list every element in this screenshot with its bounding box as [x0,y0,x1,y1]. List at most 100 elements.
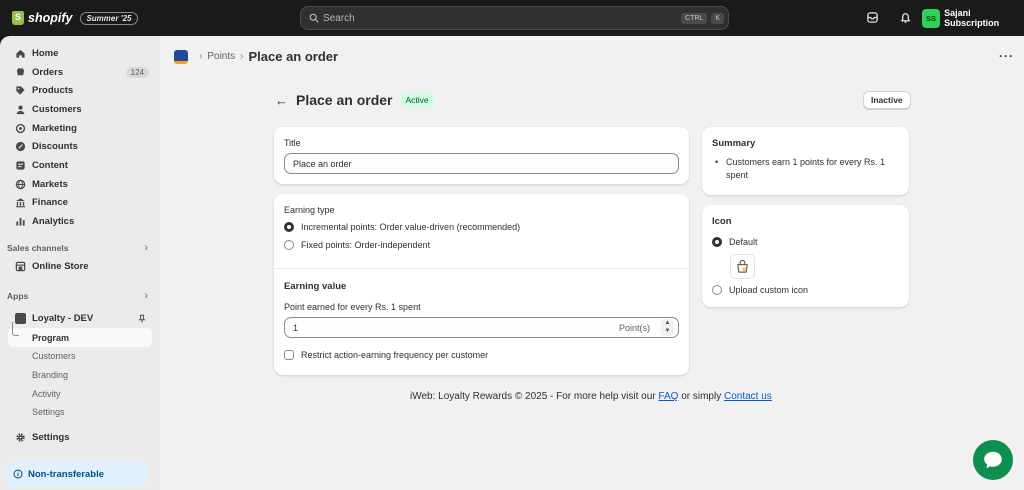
store-icon [15,261,26,271]
points-suffix: Point(s) [618,322,650,333]
checkbox-unchecked[interactable] [284,350,294,360]
sidebar-item-discounts[interactable]: Discounts [0,137,160,156]
store-menu[interactable]: SS Sajani Subscription [922,8,1024,28]
summary-text-line2: spent [726,170,749,180]
icon-option-default[interactable]: Default [712,233,899,251]
sidebar-item-finance[interactable]: Finance [0,194,160,213]
sidebar-subitem-activity[interactable]: Activity [0,384,160,403]
sidebar-subitem-label: Branding [32,369,69,380]
sidebar-subitem-label: Customers [32,351,76,362]
radio-unselected[interactable] [284,240,294,250]
restrict-frequency-checkbox[interactable]: Restrict action-earning frequency per cu… [284,346,679,364]
earning-type-option-incremental[interactable]: Incremental points: Order value-driven (… [284,218,679,236]
option-label: Default [729,237,758,247]
chevron-right-icon: › [240,51,244,62]
sidebar-subitem-label: Activity [32,388,61,399]
sidebar-item-products[interactable]: Products [0,81,160,100]
sidebar-subitem-customers[interactable]: Customers [0,347,160,366]
orders-count-badge: 124 [125,66,149,78]
checkbox-label: Restrict action-earning frequency per cu… [301,350,489,360]
bank-icon [15,198,26,208]
sidebar-item-online-store[interactable]: Online Store [0,257,160,276]
sidebar-item-marketing[interactable]: Marketing [0,119,160,138]
search-icon [309,13,319,23]
inactive-button[interactable]: Inactive [863,91,911,109]
sidebar-item-label: Analytics [32,216,75,228]
faq-link[interactable]: FAQ [658,391,678,402]
sidebar-subitem-label: Settings [32,407,65,418]
back-arrow-icon[interactable]: ← [275,93,288,108]
sidebar-item-markets[interactable]: Markets [0,175,160,194]
tag-icon [16,86,25,95]
apps-title: Apps [7,290,29,301]
points-input[interactable]: 1 Point(s) ▲ ▼ [284,317,679,338]
sidebar-item-label: Orders [32,66,64,78]
loyalty-app-icon [174,49,188,64]
radio-unselected[interactable] [712,285,722,295]
page-header: ← Place an order Active [275,92,434,108]
sidebar-item-label: Finance [32,197,68,209]
brand-name: shopify [28,11,73,25]
bell-icon[interactable] [899,11,912,24]
gear-icon [16,432,25,442]
shortcut-ctrl: CTRL [681,12,708,24]
sidebar-item-label: Customers [32,103,82,115]
footer: iWeb: Loyalty Rewards © 2025 - For more … [410,391,772,402]
radio-selected[interactable] [712,237,722,247]
store-name: Sajani Subscription [944,8,1000,28]
search-bar[interactable]: Search CTRL K [300,6,729,30]
target-icon [15,123,26,133]
search-placeholder: Search [323,12,355,24]
icon-heading: Icon [712,216,732,227]
info-icon [13,469,23,479]
non-transferable-banner[interactable]: Non-transferable [6,462,148,486]
footer-text: or simply [681,391,722,402]
breadcrumb-points[interactable]: Points [207,51,235,62]
sidebar-item-home[interactable]: Home [0,44,160,63]
sidebar-subitem-settings[interactable]: Settings [0,403,160,422]
chevron-right-icon: › [144,289,148,302]
sidebar-item-analytics[interactable]: Analytics [0,212,160,231]
sidebar-item-label: Content [32,159,68,171]
edition-badge: Summer '25 [80,11,138,25]
title-input[interactable]: Place an order [284,153,679,174]
option-label: Upload custom icon [729,285,809,295]
sidebar-item-customers[interactable]: Customers [0,100,160,119]
title-card: Title Place an order [274,127,689,184]
sidebar-item-loyalty-app[interactable]: Loyalty - DEV [0,310,160,329]
content-icon [16,161,25,170]
sales-channels-title: Sales channels [7,242,69,253]
chat-button[interactable] [973,440,1013,480]
store-avatar: SS [922,8,941,28]
contact-link[interactable]: Contact us [724,391,772,402]
more-actions-icon[interactable]: ··· [999,49,1014,63]
option-label: Fixed points: Order-independent [301,240,431,250]
inbox-icon[interactable] [866,11,879,24]
icon-option-upload[interactable]: Upload custom icon [712,281,899,299]
radio-selected[interactable] [284,222,294,232]
option-label: Incremental points: Order value-driven (… [301,222,521,232]
sidebar-item-orders[interactable]: Orders 124 [0,63,160,82]
sidebar-subitem-program[interactable]: Program [8,322,152,347]
chart-icon [16,217,25,226]
shopping-bag-icon [737,259,748,273]
non-transferable-label: Non-transferable [28,468,105,480]
sidebar-item-settings[interactable]: Settings [0,428,160,447]
tree-connector-icon [12,322,19,337]
sidebar-item-content[interactable]: Content [0,156,160,175]
shopify-logo[interactable]: shopify [12,11,72,25]
sidebar-item-label: Discounts [32,141,78,153]
earning-value-heading: Earning value [284,281,347,292]
discount-icon [15,142,26,152]
stepper-icon[interactable]: ▲ ▼ [661,319,674,336]
sales-channels-section[interactable]: Sales channels › [0,239,160,257]
earning-type-option-fixed[interactable]: Fixed points: Order-independent [284,236,679,254]
default-icon-preview [730,254,755,279]
sidebar-item-label: Marketing [32,122,77,134]
footer-text: iWeb: Loyalty Rewards © 2025 - For more … [410,391,656,402]
pin-icon[interactable] [137,314,147,324]
apps-section[interactable]: Apps › [0,287,160,305]
sidebar-subitem-branding[interactable]: Branding [0,366,160,385]
sidebar: Home Orders 124 Products Customers Marke… [0,36,160,490]
points-value: 1 [293,322,299,333]
